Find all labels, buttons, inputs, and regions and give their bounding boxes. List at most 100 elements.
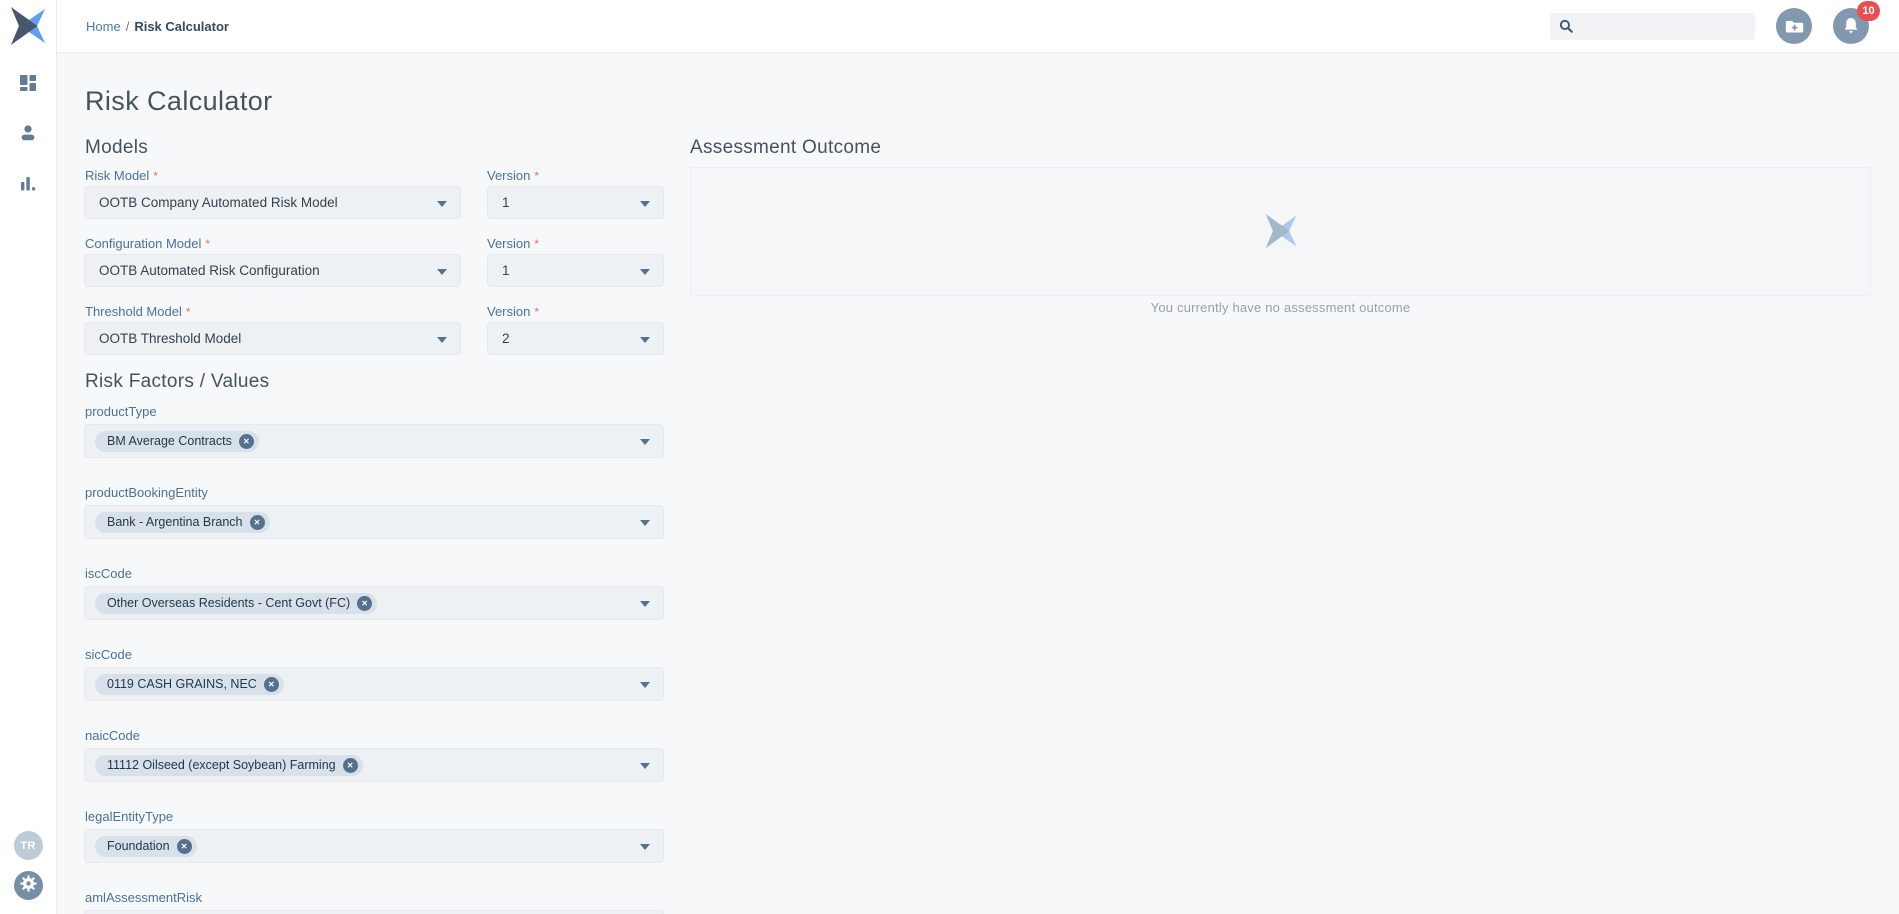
producttype-multiselect[interactable]: BM Average Contracts ✕	[84, 424, 664, 458]
avatar[interactable]: TR	[14, 831, 43, 860]
models-heading: Models	[85, 137, 148, 159]
threshold-model-value: OOTB Threshold Model	[85, 331, 241, 346]
selected-chip: 11112 Oilseed (except Soybean) Farming ✕	[95, 755, 363, 776]
assessment-outcome-panel	[690, 167, 1871, 296]
chevron-down-icon	[640, 337, 650, 343]
risk-factors-heading: Risk Factors / Values	[85, 371, 269, 393]
selected-chip: 0119 CASH GRAINS, NEC ✕	[95, 674, 284, 695]
field-label-text: Configuration Model	[85, 236, 201, 251]
chevron-down-icon	[640, 844, 650, 850]
risk-model-select[interactable]: OOTB Company Automated Risk Model	[84, 186, 461, 219]
chip-label: BM Average Contracts	[107, 434, 232, 448]
chip-remove-icon[interactable]: ✕	[177, 839, 192, 854]
chevron-down-icon	[640, 763, 650, 769]
chevron-down-icon	[640, 201, 650, 207]
sidebar-item-dashboard[interactable]	[15, 72, 41, 98]
field-label-text: Threshold Model	[85, 304, 182, 319]
threshold-version-value: 2	[488, 331, 510, 346]
chip-label: Other Overseas Residents - Cent Govt (FC…	[107, 596, 350, 610]
producttype-label: productType	[85, 404, 157, 419]
chevron-down-icon	[437, 337, 447, 343]
breadcrumb-home-link[interactable]: Home	[86, 19, 121, 34]
amlassessmentrisk-label: amlAssessmentRisk	[85, 890, 202, 905]
chevron-down-icon	[640, 439, 650, 445]
threshold-version-select[interactable]: 2	[487, 322, 664, 355]
siccode-multiselect[interactable]: 0119 CASH GRAINS, NEC ✕	[84, 667, 664, 701]
chevron-down-icon	[437, 269, 447, 275]
top-header: Home / Risk Calculator 10	[57, 0, 1899, 53]
naiccode-multiselect[interactable]: 11112 Oilseed (except Soybean) Farming ✕	[84, 748, 664, 782]
search-icon	[1559, 19, 1574, 34]
field-label-text: Version	[487, 236, 530, 251]
sidebar-item-users[interactable]	[15, 122, 41, 148]
sidebar-nav	[0, 72, 56, 198]
threshold-model-label: Threshold Model *	[85, 304, 191, 319]
selected-chip: Bank - Argentina Branch ✕	[95, 512, 270, 533]
chevron-down-icon	[640, 269, 650, 275]
configuration-version-value: 1	[488, 263, 510, 278]
chip-remove-icon[interactable]: ✕	[343, 758, 358, 773]
chevron-down-icon	[640, 601, 650, 607]
configuration-model-value: OOTB Automated Risk Configuration	[85, 263, 320, 278]
required-mark: *	[534, 237, 539, 251]
field-label-text: Version	[487, 304, 530, 319]
sidebar: TR	[0, 0, 57, 914]
user-icon	[19, 124, 37, 147]
search-input[interactable]	[1574, 13, 1764, 40]
sidebar-item-reports[interactable]	[15, 172, 41, 198]
configuration-version-select[interactable]: 1	[487, 254, 664, 287]
avatar-initials: TR	[20, 840, 35, 852]
configuration-model-label: Configuration Model *	[85, 236, 210, 251]
breadcrumb-current: Risk Calculator	[134, 19, 229, 34]
threshold-model-select[interactable]: OOTB Threshold Model	[84, 322, 461, 355]
bar-chart-icon	[19, 174, 37, 197]
chip-label: 11112 Oilseed (except Soybean) Farming	[107, 758, 336, 772]
configuration-version-label: Version *	[487, 236, 539, 251]
risk-model-version-value: 1	[488, 195, 510, 210]
naiccode-label: naicCode	[85, 728, 140, 743]
assessment-empty-message: You currently have no assessment outcome	[690, 300, 1871, 315]
chip-label: Foundation	[107, 839, 170, 853]
settings-button[interactable]	[14, 871, 43, 900]
create-new-button[interactable]	[1776, 8, 1812, 44]
siccode-label: sicCode	[85, 647, 132, 662]
chip-remove-icon[interactable]: ✕	[357, 596, 372, 611]
app-logo-icon[interactable]	[9, 7, 47, 45]
chip-remove-icon[interactable]: ✕	[239, 434, 254, 449]
threshold-version-label: Version *	[487, 304, 539, 319]
productbookingentity-label: productBookingEntity	[85, 485, 208, 500]
gear-icon	[20, 875, 37, 897]
legalentitytype-label: legalEntityType	[85, 809, 173, 824]
page-title: Risk Calculator	[85, 86, 273, 117]
required-mark: *	[153, 169, 158, 183]
chevron-down-icon	[437, 201, 447, 207]
required-mark: *	[205, 237, 210, 251]
notification-count-badge: 10	[1857, 1, 1880, 21]
risk-model-version-select[interactable]: 1	[487, 186, 664, 219]
selected-chip: BM Average Contracts ✕	[95, 431, 259, 452]
chevron-down-icon	[640, 520, 650, 526]
search-box	[1550, 13, 1755, 40]
chevron-down-icon	[640, 682, 650, 688]
chip-label: 0119 CASH GRAINS, NEC	[107, 677, 257, 691]
chip-label: Bank - Argentina Branch	[107, 515, 243, 529]
required-mark: *	[186, 305, 191, 319]
chip-remove-icon[interactable]: ✕	[264, 677, 279, 692]
sidebar-footer: TR	[0, 831, 56, 900]
configuration-model-select[interactable]: OOTB Automated Risk Configuration	[84, 254, 461, 287]
main-content: Risk Calculator Models Risk Model* OOTB …	[57, 53, 1899, 914]
risk-model-version-label: Version*	[487, 168, 539, 183]
selected-chip: Foundation ✕	[95, 836, 197, 857]
breadcrumb-separator: /	[126, 19, 130, 34]
amlassessmentrisk-multiselect[interactable]	[84, 910, 664, 914]
chip-remove-icon[interactable]: ✕	[250, 515, 265, 530]
folder-plus-icon	[1785, 18, 1804, 35]
risk-model-label: Risk Model*	[85, 168, 158, 183]
required-mark: *	[534, 305, 539, 319]
assessment-outcome-heading: Assessment Outcome	[690, 137, 881, 159]
productbookingentity-multiselect[interactable]: Bank - Argentina Branch ✕	[84, 505, 664, 539]
legalentitytype-multiselect[interactable]: Foundation ✕	[84, 829, 664, 863]
isccode-multiselect[interactable]: Other Overseas Residents - Cent Govt (FC…	[84, 586, 664, 620]
breadcrumb: Home / Risk Calculator	[86, 0, 229, 53]
risk-model-value: OOTB Company Automated Risk Model	[85, 195, 338, 210]
